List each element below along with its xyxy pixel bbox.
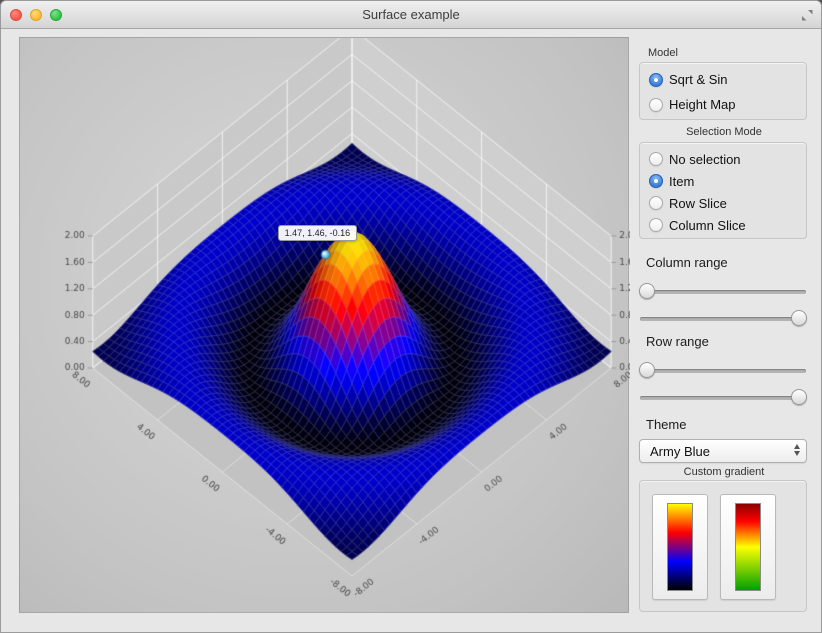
theme-select-value: Army Blue <box>650 444 710 459</box>
radio-icon[interactable] <box>649 152 663 166</box>
radio-label: Column Slice <box>669 218 746 233</box>
radio-label: Row Slice <box>669 196 727 211</box>
slider-knob[interactable] <box>639 362 655 378</box>
radio-option-sqrt-sin[interactable]: Sqrt & Sin <box>640 67 806 92</box>
app-window: Surface example 1.47, 1.46, -0.16 Model … <box>0 0 822 633</box>
surface-plot-view[interactable]: 1.47, 1.46, -0.16 <box>19 37 629 613</box>
gradient-black-to-yellow-button[interactable] <box>652 494 708 600</box>
combo-arrows-icon <box>794 444 800 456</box>
radio-icon[interactable] <box>649 73 663 87</box>
model-groupbox: Sqrt & Sin Height Map <box>639 62 807 120</box>
selection-mode-group-label: Selection Mode <box>639 126 809 138</box>
control-panel: Model Sqrt & Sin Height Map Selection Mo… <box>639 29 809 633</box>
gradient-green-to-red-button[interactable] <box>720 494 776 600</box>
radio-label: No selection <box>669 152 741 167</box>
custom-gradient-groupbox <box>639 480 807 612</box>
row-range-label: Row range <box>646 334 709 349</box>
row-range-max-slider[interactable] <box>639 389 807 406</box>
radio-option-height-map[interactable]: Height Map <box>640 92 806 117</box>
slider-track[interactable] <box>640 317 806 321</box>
slider-knob[interactable] <box>791 310 807 326</box>
radio-label: Sqrt & Sin <box>669 72 728 87</box>
theme-select[interactable]: Army Blue <box>639 439 807 463</box>
radio-icon[interactable] <box>649 174 663 188</box>
slider-track[interactable] <box>640 290 806 294</box>
fullscreen-icon[interactable] <box>800 8 814 22</box>
radio-icon[interactable] <box>649 196 663 210</box>
radio-option-no-selection[interactable]: No selection <box>640 148 806 170</box>
selected-point-label: 1.47, 1.46, -0.16 <box>278 225 358 241</box>
slider-knob[interactable] <box>791 389 807 405</box>
titlebar[interactable]: Surface example <box>1 1 821 29</box>
theme-label: Theme <box>646 417 686 432</box>
column-range-label: Column range <box>646 255 728 270</box>
surface-3d-canvas[interactable] <box>20 38 630 614</box>
radio-icon[interactable] <box>649 98 663 112</box>
radio-label: Item <box>669 174 694 189</box>
slider-track[interactable] <box>640 369 806 373</box>
radio-option-row-slice[interactable]: Row Slice <box>640 192 806 214</box>
selection-mode-groupbox: No selection Item Row Slice Column Slice <box>639 142 807 239</box>
radio-icon[interactable] <box>649 218 663 232</box>
window-title: Surface example <box>1 1 821 29</box>
radio-label: Height Map <box>669 97 735 112</box>
custom-gradient-group-label: Custom gradient <box>639 466 809 478</box>
slider-track[interactable] <box>640 396 806 400</box>
column-range-max-slider[interactable] <box>639 310 807 327</box>
radio-option-column-slice[interactable]: Column Slice <box>640 214 806 236</box>
gradient-swatch <box>667 503 693 591</box>
slider-knob[interactable] <box>639 283 655 299</box>
gradient-swatch <box>735 503 761 591</box>
radio-option-item[interactable]: Item <box>640 170 806 192</box>
column-range-min-slider[interactable] <box>639 283 807 300</box>
row-range-min-slider[interactable] <box>639 362 807 379</box>
model-group-label: Model <box>648 47 678 59</box>
